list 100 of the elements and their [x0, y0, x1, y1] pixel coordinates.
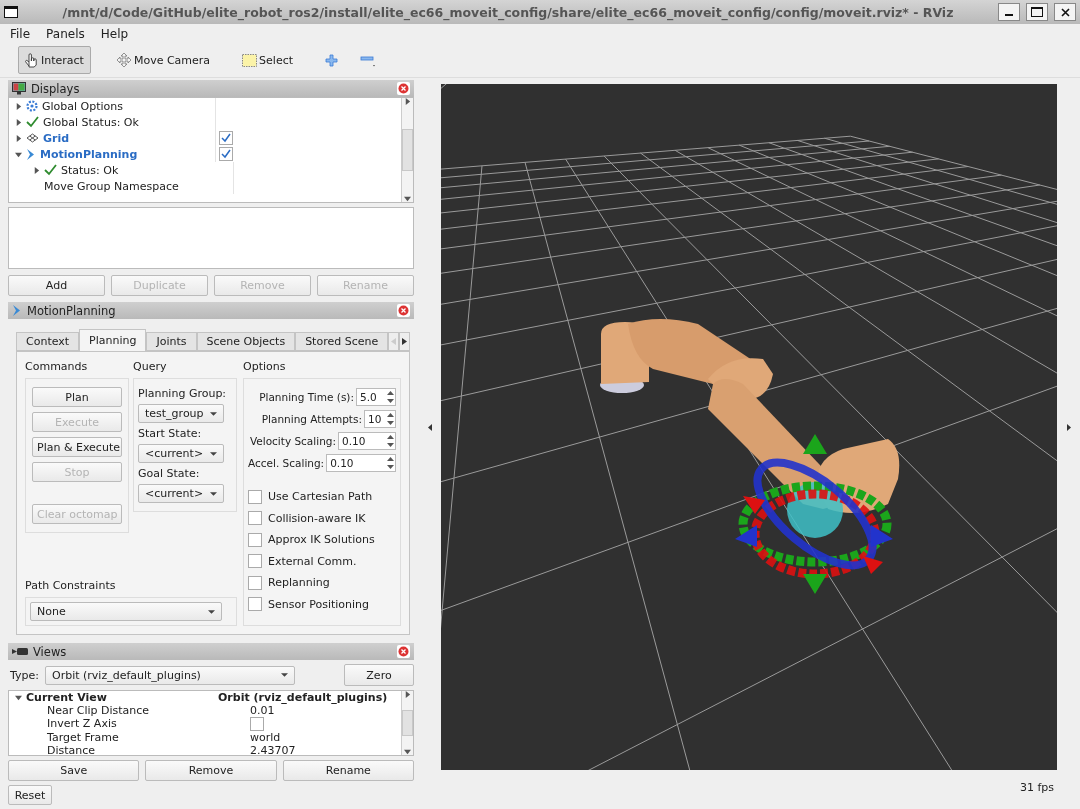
field-label: Planning Group: [138, 387, 228, 400]
expand-arrow-icon[interactable] [15, 694, 22, 701]
property-value: 0.01 [250, 704, 275, 717]
tab[interactable]: Context [16, 332, 80, 351]
menu-item[interactable]: Help [98, 26, 131, 41]
menu-item[interactable]: File [8, 26, 33, 41]
field-label: Start State: [138, 427, 203, 440]
scroll-up-icon[interactable] [404, 691, 411, 698]
spin-box[interactable]: 0.10 [326, 454, 396, 472]
checkbox-label: Collision-aware IK [268, 511, 366, 525]
tool-button[interactable]: Interact [18, 46, 91, 74]
group-title: Commands [25, 360, 89, 375]
expand-arrow-icon[interactable] [15, 118, 22, 126]
close-button[interactable] [1054, 3, 1076, 21]
property-value: Orbit (rviz_default_plugins) [218, 691, 388, 704]
view-button[interactable]: Save [8, 760, 140, 781]
close-icon[interactable] [397, 304, 410, 317]
expand-arrow-icon[interactable] [33, 166, 40, 174]
close-icon[interactable] [397, 82, 410, 95]
expand-arrow-icon[interactable] [15, 150, 22, 158]
property-name: Distance [47, 743, 96, 755]
view-button[interactable]: Remove [145, 760, 277, 781]
tab[interactable]: Planning [79, 329, 147, 351]
command-button[interactable]: Plan & Execute [32, 437, 122, 457]
scroll-down-icon[interactable] [404, 195, 411, 202]
spin-arrows-icon[interactable] [386, 390, 395, 404]
panel-title: Views [33, 644, 68, 659]
right-arrow-icon [402, 338, 408, 345]
plus-icon [325, 53, 339, 67]
property-value: 2.43707 [250, 743, 296, 755]
property-name: Target Frame [47, 730, 119, 744]
tab[interactable]: Scene Objects [196, 332, 296, 351]
maximize-icon [1031, 7, 1043, 17]
checkbox[interactable] [248, 511, 262, 526]
checkbox[interactable] [248, 597, 262, 612]
selection-rectangle-icon [242, 53, 258, 67]
command-button[interactable]: Plan [32, 387, 122, 407]
tree-item[interactable]: Global Status: Ok [43, 115, 139, 129]
dropdown-caret-icon [210, 411, 217, 416]
checkbox[interactable] [248, 575, 262, 590]
fps-counter: 31 fps [1019, 781, 1054, 794]
zero-button[interactable]: Zero [344, 664, 414, 686]
monitor-icon [12, 82, 26, 95]
group-title: Options [243, 360, 287, 375]
spin-arrows-icon[interactable] [386, 412, 395, 426]
chevron-icon [12, 304, 22, 317]
dropdown-caret-icon [281, 673, 288, 677]
checkbox[interactable] [248, 554, 262, 569]
collapse-left-icon[interactable] [427, 423, 432, 431]
spin-arrows-icon[interactable] [386, 456, 395, 470]
spin-arrows-icon[interactable] [386, 434, 395, 448]
property-value: world [250, 730, 281, 744]
view-button[interactable]: Rename [282, 760, 414, 781]
tool-button[interactable]: Move Camera [108, 46, 218, 74]
dropdown[interactable]: <current> [138, 444, 224, 463]
checkbox[interactable] [219, 147, 233, 161]
dropdown[interactable]: test_group [138, 404, 224, 423]
dropdown[interactable]: None [30, 602, 222, 621]
collapse-right-icon[interactable] [1066, 423, 1071, 431]
tree-item[interactable]: Global Options [42, 99, 124, 113]
expand-arrow-icon[interactable] [15, 102, 22, 110]
scrollbar[interactable] [401, 98, 413, 202]
3d-viewport[interactable] [441, 84, 1057, 770]
checkbox[interactable] [250, 716, 264, 731]
group-title: Path Constraints [25, 579, 117, 594]
checkbox[interactable] [219, 131, 233, 145]
close-icon [1060, 7, 1070, 17]
panel-button[interactable]: Add [8, 275, 105, 296]
tree-item[interactable]: Move Group Namespace [44, 179, 179, 193]
move-arrows-icon [115, 52, 132, 68]
field-label: Type: [10, 668, 39, 682]
checkbox[interactable] [248, 532, 262, 547]
gear-icon [26, 100, 38, 112]
reset-button[interactable]: Reset [8, 785, 52, 805]
checkbox[interactable] [248, 489, 262, 504]
dropdown[interactable]: <current> [138, 484, 224, 503]
checkmark-icon [26, 116, 39, 128]
tool-button[interactable]: Select [235, 46, 301, 74]
tab-scroll-right-button[interactable] [399, 332, 410, 351]
window-title: /mnt/d/Code/GitHub/elite_robot_ros2/install/elite_ec66_moveit_config/share/elite_ec66_moveit_config/config/moveit.rviz* - RViz [61, 4, 955, 20]
tree-item[interactable]: MotionPlanning [40, 147, 138, 161]
spin-box[interactable]: 0.10 [338, 432, 396, 450]
menu-item[interactable]: Panels [44, 26, 87, 41]
spin-box[interactable]: 5.0 [356, 388, 396, 406]
option-label: Planning Time (s): [259, 391, 354, 403]
checkbox-label: Approx IK Solutions [268, 533, 375, 547]
expand-arrow-icon[interactable] [15, 134, 22, 142]
scroll-down-icon[interactable] [404, 748, 411, 755]
spin-box[interactable]: 10 [364, 410, 396, 428]
tab[interactable]: Stored Scene [295, 332, 389, 351]
dropdown[interactable]: Orbit (rviz_default_plugins) [45, 665, 295, 685]
tree-item[interactable]: Grid [43, 131, 70, 145]
scrollbar[interactable] [401, 691, 413, 755]
close-icon[interactable] [397, 645, 410, 658]
dropdown-caret-icon [210, 451, 217, 456]
minimize-button[interactable] [998, 3, 1020, 21]
maximize-button[interactable] [1026, 3, 1048, 21]
tree-item[interactable]: Current View [26, 691, 107, 704]
tab[interactable]: Joints [146, 332, 197, 351]
tree-item[interactable]: Status: Ok [61, 163, 119, 177]
